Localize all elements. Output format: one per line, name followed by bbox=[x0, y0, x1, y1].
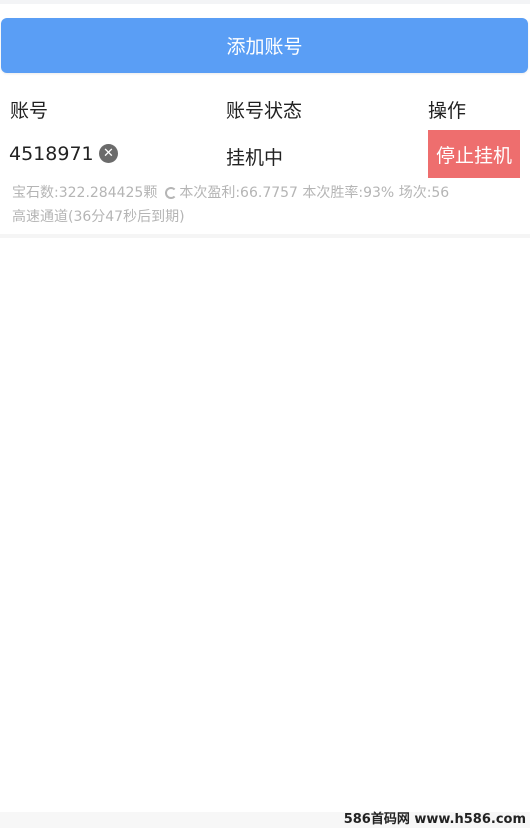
gem-count: 宝石数:322.284425颗 bbox=[12, 185, 158, 201]
account-id: 4518971 bbox=[9, 143, 94, 165]
channel-status: 高速通道(36分47秒后到期) bbox=[12, 209, 185, 225]
column-header-status: 账号状态 bbox=[226, 100, 303, 122]
table-row: 4518971 挂机中 停止挂机 bbox=[0, 130, 530, 180]
account-status: 挂机中 bbox=[226, 147, 284, 169]
stop-hangup-button[interactable]: 停止挂机 bbox=[428, 130, 520, 178]
watermark: 586首码网 www.h586.com bbox=[343, 812, 526, 827]
column-header-action: 操作 bbox=[428, 100, 467, 122]
stats-line: 宝石数:322.284425颗 本次盈利:66.7757 本次胜率:93% 场次:… bbox=[12, 182, 449, 202]
session-stats: 本次盈利:66.7757 本次胜率:93% 场次:56 bbox=[179, 185, 450, 201]
refresh-icon[interactable] bbox=[165, 187, 178, 199]
top-strip bbox=[0, 0, 530, 4]
column-header-account: 账号 bbox=[10, 100, 49, 122]
divider bbox=[0, 234, 530, 238]
add-account-button[interactable]: 添加账号 bbox=[1, 18, 528, 73]
close-circle-icon[interactable]: ✕ bbox=[99, 144, 118, 163]
table-header: 账号 账号状态 操作 bbox=[0, 96, 530, 122]
